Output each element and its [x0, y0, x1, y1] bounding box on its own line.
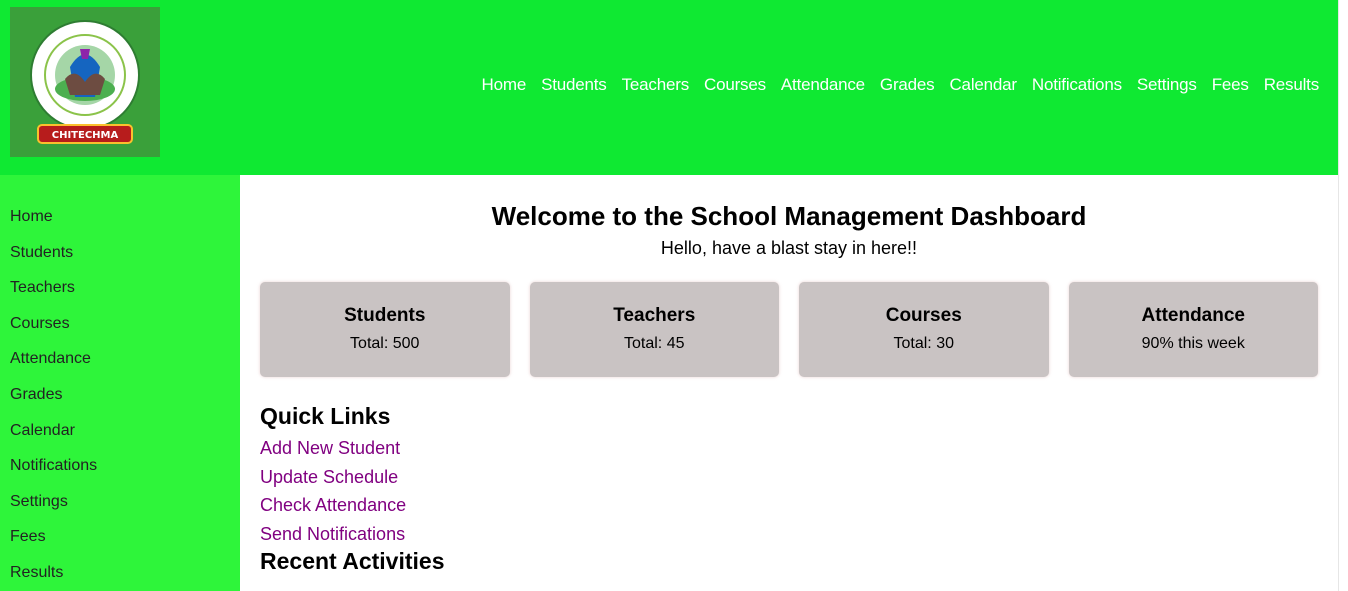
sidebar-item-courses[interactable]: Courses — [0, 314, 240, 350]
sidebar-item-calendar[interactable]: Calendar — [0, 421, 240, 457]
quick-link-update-schedule[interactable]: Update Schedule — [260, 466, 1318, 495]
top-nav-grades[interactable]: Grades — [880, 75, 935, 95]
sidebar: Home Students Teachers Courses Attendanc… — [0, 175, 240, 591]
card-value: Total: 500 — [350, 335, 420, 352]
top-nav-notifications[interactable]: Notifications — [1032, 75, 1122, 95]
sidebar-item-teachers[interactable]: Teachers — [0, 278, 240, 314]
page-subtitle: Hello, have a blast stay in here!! — [660, 238, 918, 258]
card-title: Students — [344, 305, 426, 326]
sidebar-item-students[interactable]: Students — [0, 243, 240, 279]
quick-link-add-new-student[interactable]: Add New Student — [260, 437, 1318, 466]
sidebar-item-settings[interactable]: Settings — [0, 492, 240, 528]
scrollbar-thumb[interactable] — [1340, 0, 1346, 591]
top-nav-results[interactable]: Results — [1264, 75, 1319, 95]
top-nav-calendar[interactable]: Calendar — [949, 75, 1017, 95]
institute-logo[interactable]: CHITECHMA — [10, 7, 160, 157]
top-nav-teachers[interactable]: Teachers — [622, 75, 690, 95]
stats-cards: Students Total: 500 Teachers Total: 45 C… — [260, 282, 1318, 377]
top-nav-attendance[interactable]: Attendance — [781, 75, 865, 95]
card-attendance: Attendance 90% this week — [1068, 282, 1318, 377]
quick-links-list: Add New Student Update Schedule Check At… — [260, 437, 1318, 552]
top-nav-home[interactable]: Home — [482, 75, 527, 95]
svg-text:CHITECHMA: CHITECHMA — [52, 130, 119, 141]
top-nav-fees[interactable]: Fees — [1212, 75, 1249, 95]
card-students: Students Total: 500 — [260, 282, 510, 377]
top-nav-students[interactable]: Students — [541, 75, 607, 95]
quick-link-check-attendance[interactable]: Check Attendance — [260, 494, 1318, 523]
recent-activities-heading: Recent Activities — [260, 547, 445, 574]
sidebar-item-home[interactable]: Home — [0, 207, 240, 243]
logo-emblem-icon: CHITECHMA — [10, 7, 160, 157]
top-header: CHITECHMA Home Students Teachers Courses… — [0, 0, 1338, 175]
card-value: 90% this week — [1141, 335, 1245, 352]
sidebar-item-attendance[interactable]: Attendance — [0, 349, 240, 385]
main-content: Welcome to the School Management Dashboa… — [240, 175, 1338, 591]
card-title: Attendance — [1141, 305, 1245, 326]
card-courses: Courses Total: 30 — [799, 282, 1049, 377]
top-nav-settings[interactable]: Settings — [1137, 75, 1197, 95]
card-value: Total: 30 — [893, 335, 954, 352]
card-value: Total: 45 — [624, 335, 685, 352]
sidebar-item-grades[interactable]: Grades — [0, 385, 240, 421]
quick-links-heading: Quick Links — [260, 403, 391, 429]
sidebar-item-results[interactable]: Results — [0, 563, 240, 591]
card-title: Teachers — [613, 305, 696, 326]
sidebar-item-notifications[interactable]: Notifications — [0, 456, 240, 492]
top-nav-courses[interactable]: Courses — [704, 75, 766, 95]
sidebar-item-fees[interactable]: Fees — [0, 527, 240, 563]
top-nav: Home Students Teachers Courses Attendanc… — [482, 75, 1320, 95]
vertical-scrollbar[interactable] — [1338, 0, 1348, 591]
page-title: Welcome to the School Management Dashboa… — [491, 201, 1087, 231]
card-title: Courses — [885, 305, 962, 326]
card-teachers: Teachers Total: 45 — [529, 282, 779, 377]
